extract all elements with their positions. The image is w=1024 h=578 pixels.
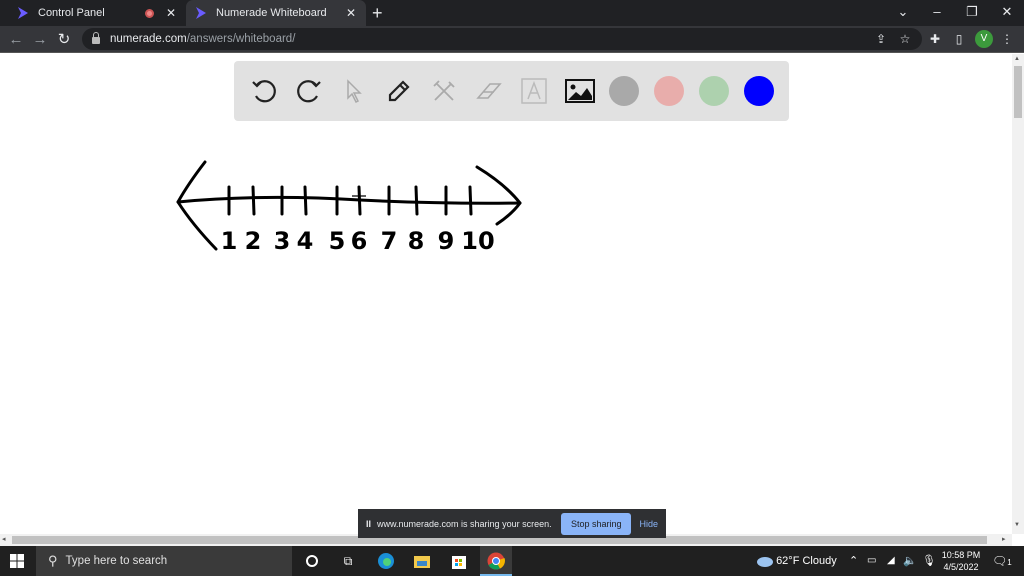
side-panel-icon[interactable]: ▯: [950, 30, 968, 48]
weather-widget[interactable]: 62°F Cloudy: [755, 546, 837, 576]
tick-label: 8: [408, 227, 425, 255]
tab-title: Numerade Whiteboard: [216, 7, 327, 19]
volume-icon[interactable]: 🔈: [903, 546, 917, 576]
microsoft-store-icon[interactable]: [449, 551, 469, 571]
tick-mark: [251, 185, 256, 216]
tick-label: 10: [461, 227, 494, 255]
tick-mark: [414, 185, 419, 216]
notification-center-icon[interactable]: 🗨1: [992, 546, 1012, 576]
left-arrowhead: [176, 160, 218, 251]
chrome-icon: [487, 552, 505, 570]
reload-button[interactable]: ↻: [54, 30, 74, 50]
notification-count: 1: [1007, 558, 1012, 567]
vertical-scroll-thumb[interactable]: [1014, 66, 1022, 118]
search-icon: ⚲: [48, 553, 58, 568]
whiteboard-page: 1 2 3 4 5 6 7 8 9 10: [0, 54, 1012, 534]
tick-mark: [303, 185, 308, 216]
tick-label: 9: [438, 227, 455, 255]
windows-taskbar: ⚲ Type here to search ⧉ 62°F Cloudy ⌃ ▭ …: [0, 546, 1024, 576]
wifi-icon[interactable]: ◢: [887, 546, 895, 576]
back-button[interactable]: ←: [6, 30, 26, 50]
hide-button[interactable]: Hide: [639, 519, 658, 529]
recording-icon: [145, 8, 154, 18]
sharing-message: www.numerade.com is sharing your screen.: [377, 518, 552, 529]
menu-icon[interactable]: ⋮: [998, 30, 1016, 48]
file-explorer-icon[interactable]: [412, 551, 432, 571]
bookmark-star-icon[interactable]: ☆: [896, 30, 914, 48]
tab-control-panel[interactable]: Control Panel ✕: [8, 0, 186, 26]
restore-button[interactable]: ❐: [955, 0, 989, 26]
weather-temp: 62°F: [776, 555, 800, 567]
cloud-icon: [757, 557, 773, 568]
tab-bar: Control Panel ✕ Numerade Whiteboard ✕ + …: [0, 0, 1024, 26]
browser-toolbar: ← → ↻ numerade.com/answers/whiteboard/ ⇪…: [0, 26, 1024, 53]
close-tab-icon[interactable]: ✕: [164, 6, 178, 20]
lock-icon: [92, 31, 100, 44]
tick-mark: [468, 185, 473, 216]
close-tab-icon[interactable]: ✕: [344, 6, 358, 20]
share-icon[interactable]: ⇪: [872, 30, 890, 48]
clock-time: 10:58 PM: [941, 550, 981, 560]
tick-label: 5: [329, 227, 346, 255]
drag-handle-icon[interactable]: II: [366, 519, 371, 529]
windows-start-icon[interactable]: [10, 554, 24, 568]
stop-sharing-button[interactable]: Stop sharing: [560, 512, 632, 535]
scroll-up-icon[interactable]: ▲: [1014, 56, 1020, 62]
chrome-taskbar-button[interactable]: [480, 546, 512, 576]
battery-icon[interactable]: ▭: [867, 546, 876, 576]
numerade-logo-icon: [196, 7, 206, 19]
weather-desc: Cloudy: [802, 555, 837, 567]
tick-label: 4: [297, 227, 314, 255]
right-arrowhead: [475, 165, 522, 226]
profile-avatar[interactable]: V: [975, 30, 993, 48]
minimize-button[interactable]: –: [920, 0, 954, 26]
clock-date: 4/5/2022: [943, 562, 979, 572]
tick-label: 3: [274, 227, 291, 255]
tick-label: 7: [381, 227, 398, 255]
extensions-icon[interactable]: ✚: [926, 30, 944, 48]
close-window-button[interactable]: ✕: [990, 0, 1024, 26]
tick-label: 2: [245, 227, 262, 255]
vertical-scrollbar[interactable]: ▲ ▼: [1012, 54, 1024, 534]
scroll-right-icon[interactable]: ▸: [1002, 535, 1006, 543]
edge-icon[interactable]: [376, 551, 396, 571]
tab-numerade-whiteboard[interactable]: Numerade Whiteboard ✕: [186, 0, 366, 26]
url-path: /answers/whiteboard/: [186, 33, 296, 45]
drawing-canvas[interactable]: 1 2 3 4 5 6 7 8 9 10: [0, 54, 1012, 534]
clock[interactable]: 10:58 PM 4/5/2022: [940, 549, 982, 573]
tick-label: 1: [221, 227, 238, 255]
taskbar-search-input[interactable]: ⚲ Type here to search: [36, 546, 292, 576]
new-tab-button[interactable]: +: [372, 3, 383, 24]
tab-search-icon[interactable]: ⌄: [886, 0, 920, 26]
scroll-down-icon[interactable]: ▼: [1014, 522, 1020, 528]
scroll-left-icon[interactable]: ◂: [2, 535, 6, 543]
address-bar[interactable]: numerade.com/answers/whiteboard/: [82, 28, 922, 50]
numerade-logo-icon: [18, 7, 28, 19]
tab-title: Control Panel: [38, 7, 105, 19]
cortana-icon[interactable]: [302, 551, 322, 571]
forward-button[interactable]: →: [30, 30, 50, 50]
tick-label: 6: [351, 227, 368, 255]
microphone-icon[interactable]: 🎙: [922, 546, 936, 576]
url-host: numerade.com: [110, 33, 187, 45]
task-view-icon[interactable]: ⧉: [338, 551, 358, 571]
show-hidden-icons[interactable]: ⌃: [849, 546, 858, 576]
search-placeholder: Type here to search: [65, 555, 168, 567]
screen-sharing-bar: II www.numerade.com is sharing your scre…: [358, 509, 666, 538]
